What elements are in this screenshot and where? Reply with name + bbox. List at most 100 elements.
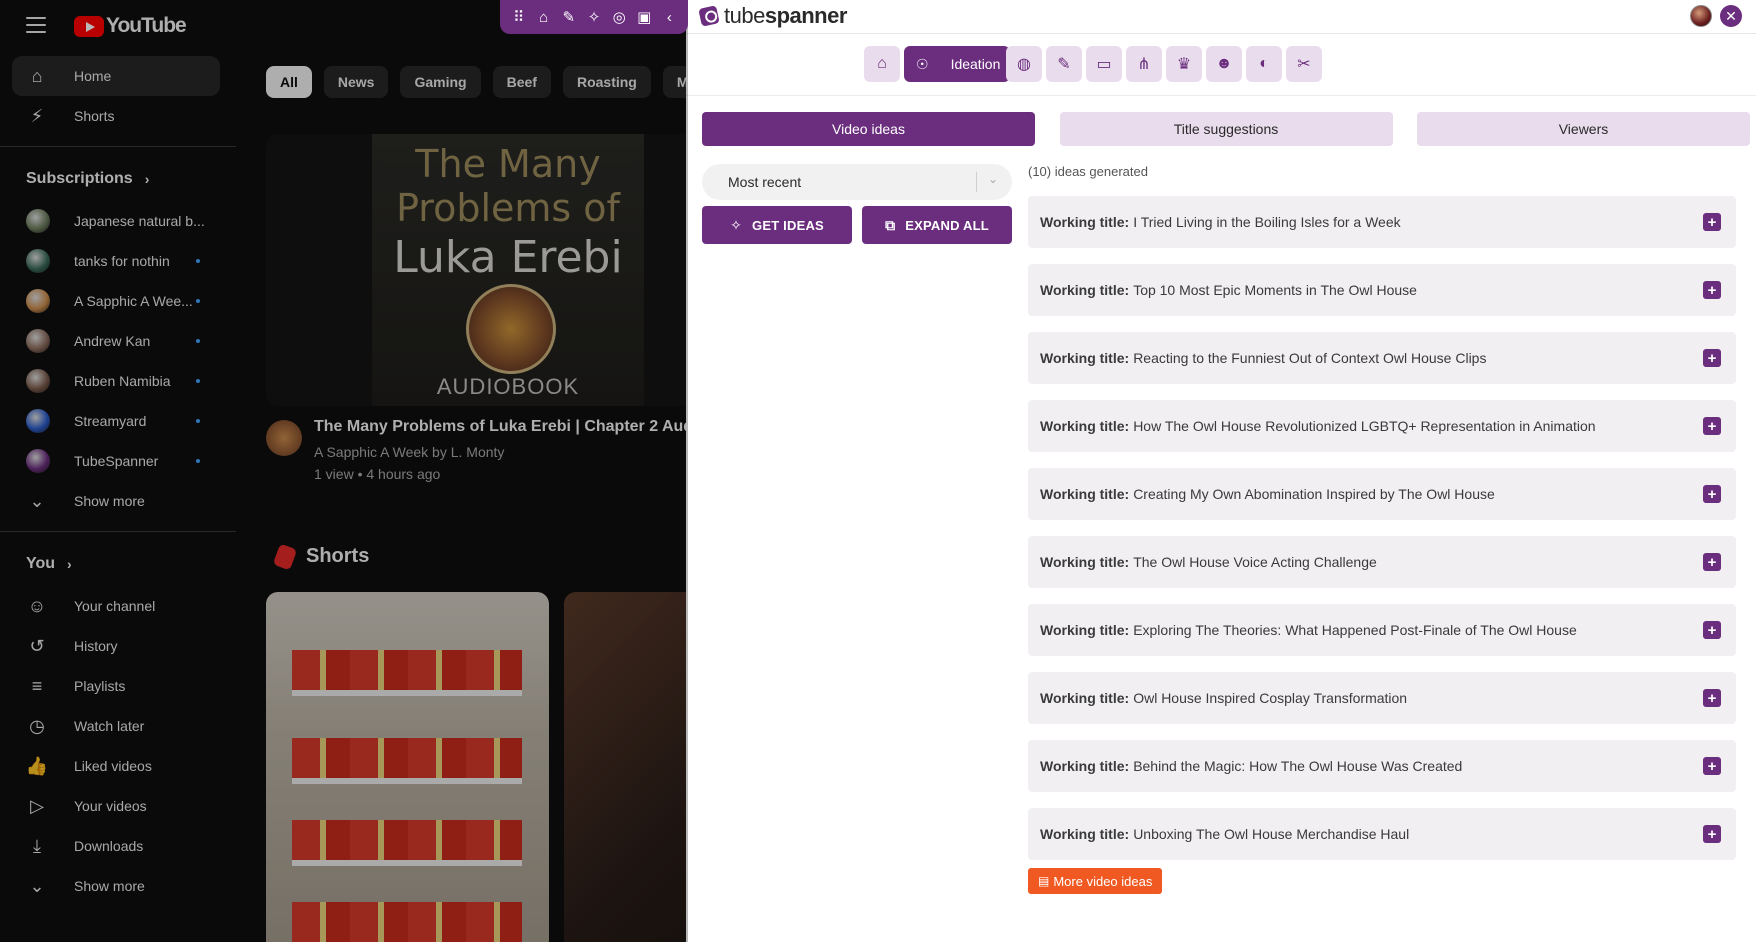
shelf-image <box>292 738 522 784</box>
expand-idea-button[interactable]: + <box>1703 213 1721 231</box>
tool-home[interactable]: ⌂ <box>864 46 900 82</box>
idea-item[interactable]: Working title: Unboxing The Owl House Mer… <box>1028 808 1736 860</box>
target-icon[interactable]: ◎ <box>609 8 629 26</box>
tab-video-ideas[interactable]: Video ideas <box>702 112 1035 146</box>
subscription-item[interactable]: Streamyard <box>0 401 236 441</box>
close-button[interactable]: ✕ <box>1720 5 1742 27</box>
sort-select[interactable]: Most recent ⌄ <box>702 164 1012 200</box>
sidebar-item-shorts[interactable]: ⚡ Shorts <box>0 96 236 136</box>
chip-beef[interactable]: Beef <box>492 66 551 98</box>
youtube-logo[interactable]: YouTube <box>74 14 187 38</box>
sidebar-item-your-videos[interactable]: ▷ Your videos <box>0 786 236 826</box>
idea-item[interactable]: Working title: Exploring The Theories: Wh… <box>1028 604 1736 656</box>
sidebar-item-liked-videos[interactable]: 👍 Liked videos <box>0 746 236 786</box>
channel-avatar[interactable] <box>266 420 302 456</box>
short-thumbnail[interactable] <box>266 592 549 942</box>
new-content-dot <box>196 379 200 383</box>
thumb-text-3: Luka Erebi <box>393 232 623 283</box>
short-thumbnail[interactable] <box>564 592 688 942</box>
tool-pen[interactable]: ✎ <box>1046 46 1082 82</box>
idea-item[interactable]: Working title: Owl House Inspired Cosplay… <box>1028 672 1736 724</box>
subscription-item[interactable]: TubeSpanner <box>0 441 236 481</box>
home-icon[interactable]: ⌂ <box>534 9 554 26</box>
tool-globe[interactable]: ◍ <box>1006 46 1042 82</box>
chip-all[interactable]: All <box>266 66 312 98</box>
drag-handle-icon[interactable]: ⠿ <box>509 8 529 26</box>
expand-idea-button[interactable]: + <box>1703 689 1721 707</box>
globe-icon: ◍ <box>1017 56 1031 73</box>
youtube-sidebar: ⌂ Home ⚡ Shorts Subscriptions › Japanese nat… <box>0 56 236 906</box>
user-avatar[interactable] <box>1690 5 1712 27</box>
trophy-icon: ♛ <box>1176 56 1192 73</box>
tool-folder[interactable]: ▭ <box>1086 46 1122 82</box>
tab-viewers[interactable]: Viewers <box>1417 112 1750 146</box>
video-channel[interactable]: A Sapphic A Week by L. Monty <box>314 444 504 460</box>
tool-trophy[interactable]: ♛ <box>1166 46 1202 82</box>
idea-label: Working title: <box>1040 418 1130 434</box>
sidebar-item-history[interactable]: ↺ History <box>0 626 236 666</box>
idea-label: Working title: <box>1040 350 1130 366</box>
idea-title: Unboxing The Owl House Merchandise Haul <box>1133 826 1410 842</box>
idea-item[interactable]: Working title: Top 10 Most Epic Moments i… <box>1028 264 1736 316</box>
idea-item[interactable]: Working title: Reacting to the Funniest O… <box>1028 332 1736 384</box>
cursor-click-icon[interactable]: ✧ <box>584 8 604 26</box>
idea-label: Working title: <box>1040 622 1130 638</box>
sidebar-item-downloads[interactable]: ⤓ Downloads <box>0 826 236 866</box>
subscription-item[interactable]: Ruben Namibia <box>0 361 236 401</box>
ideation-tabs: Video ideas Title suggestions Viewers <box>702 112 1750 146</box>
image-icon[interactable]: ▣ <box>634 8 654 26</box>
expand-idea-button[interactable]: + <box>1703 281 1721 299</box>
sidebar-item-your-channel[interactable]: ☺ Your channel <box>0 586 236 626</box>
expand-idea-button[interactable]: + <box>1703 825 1721 843</box>
show-more-subscriptions[interactable]: ⌄ Show more <box>0 481 236 521</box>
idea-item[interactable]: Working title: Creating My Own Abominatio… <box>1028 468 1736 520</box>
menu-icon[interactable] <box>26 17 46 33</box>
more-video-ideas-button[interactable]: ▤ More video ideas <box>1028 868 1163 894</box>
expand-idea-button[interactable]: + <box>1703 757 1721 775</box>
chip-news[interactable]: News <box>323 66 389 98</box>
chevron-left-icon[interactable]: ‹ <box>659 9 679 26</box>
sidebar-item-watch-later[interactable]: ◷ Watch later <box>0 706 236 746</box>
tool-ideation[interactable]: ☉ Ideation <box>904 46 1010 82</box>
chip-gaming[interactable]: Gaming <box>400 66 481 98</box>
plus-icon: + <box>1707 349 1717 367</box>
you-heading[interactable]: You › <box>0 542 236 586</box>
shorts-icon: ⚡ <box>30 105 44 126</box>
tool-share[interactable]: ⋔ <box>1126 46 1162 82</box>
subscription-item[interactable]: A Sapphic A Wee... <box>0 281 236 321</box>
plus-icon: + <box>1707 213 1717 231</box>
expand-idea-button[interactable]: + <box>1703 417 1721 435</box>
chip-roasting[interactable]: Roasting <box>562 66 651 98</box>
tools-icon: ✂ <box>1297 56 1311 73</box>
video-thumbnail[interactable]: The Many Problems of Luka Erebi AUDIOBOO… <box>266 134 688 406</box>
idea-item[interactable]: Working title: The Owl House Voice Acting… <box>1028 536 1736 588</box>
your-channel-icon: ☺ <box>27 595 47 616</box>
tab-title-suggestions[interactable]: Title suggestions <box>1059 112 1393 146</box>
extension-toolbar: ⠿ ⌂ ✎ ✧ ◎ ▣ ‹ <box>500 0 688 34</box>
sidebar-item-playlists[interactable]: ≡ Playlists <box>0 666 236 706</box>
subscription-item[interactable]: Andrew Kan <box>0 321 236 361</box>
subscriptions-heading[interactable]: Subscriptions › <box>0 157 236 201</box>
expand-idea-button[interactable]: + <box>1703 621 1721 639</box>
expand-idea-button[interactable]: + <box>1703 349 1721 367</box>
watch-later-icon: ◷ <box>29 715 45 736</box>
video-title[interactable]: The Many Problems of Luka Erebi | Chapte… <box>314 418 688 436</box>
subscription-item[interactable]: Japanese natural b... <box>0 201 236 241</box>
idea-item[interactable]: Working title: I Tried Living in the Boil… <box>1028 196 1736 248</box>
get-ideas-button[interactable]: ✧ GET IDEAS <box>702 206 852 244</box>
expand-idea-button[interactable]: + <box>1703 485 1721 503</box>
tool-analytics[interactable]: ◐ <box>1246 46 1282 82</box>
pen-icon[interactable]: ✎ <box>559 8 579 26</box>
tool-audience[interactable]: ☻ <box>1206 46 1242 82</box>
expand-idea-button[interactable]: + <box>1703 553 1721 571</box>
tool-tools[interactable]: ✂ <box>1286 46 1322 82</box>
show-more-you[interactable]: ⌄ Show more <box>0 866 236 906</box>
chip-music[interactable]: Music <box>662 66 688 98</box>
expand-all-button[interactable]: ⧉ EXPAND ALL <box>862 206 1012 244</box>
sidebar-item-home[interactable]: ⌂ Home <box>12 56 220 96</box>
subscription-item[interactable]: tanks for nothin <box>0 241 236 281</box>
idea-item[interactable]: Working title: How The Owl House Revoluti… <box>1028 400 1736 452</box>
idea-item[interactable]: Working title: Behind the Magic: How The … <box>1028 740 1736 792</box>
thumbs-up-icon: 👍 <box>25 755 49 776</box>
channel-avatar <box>26 289 50 313</box>
